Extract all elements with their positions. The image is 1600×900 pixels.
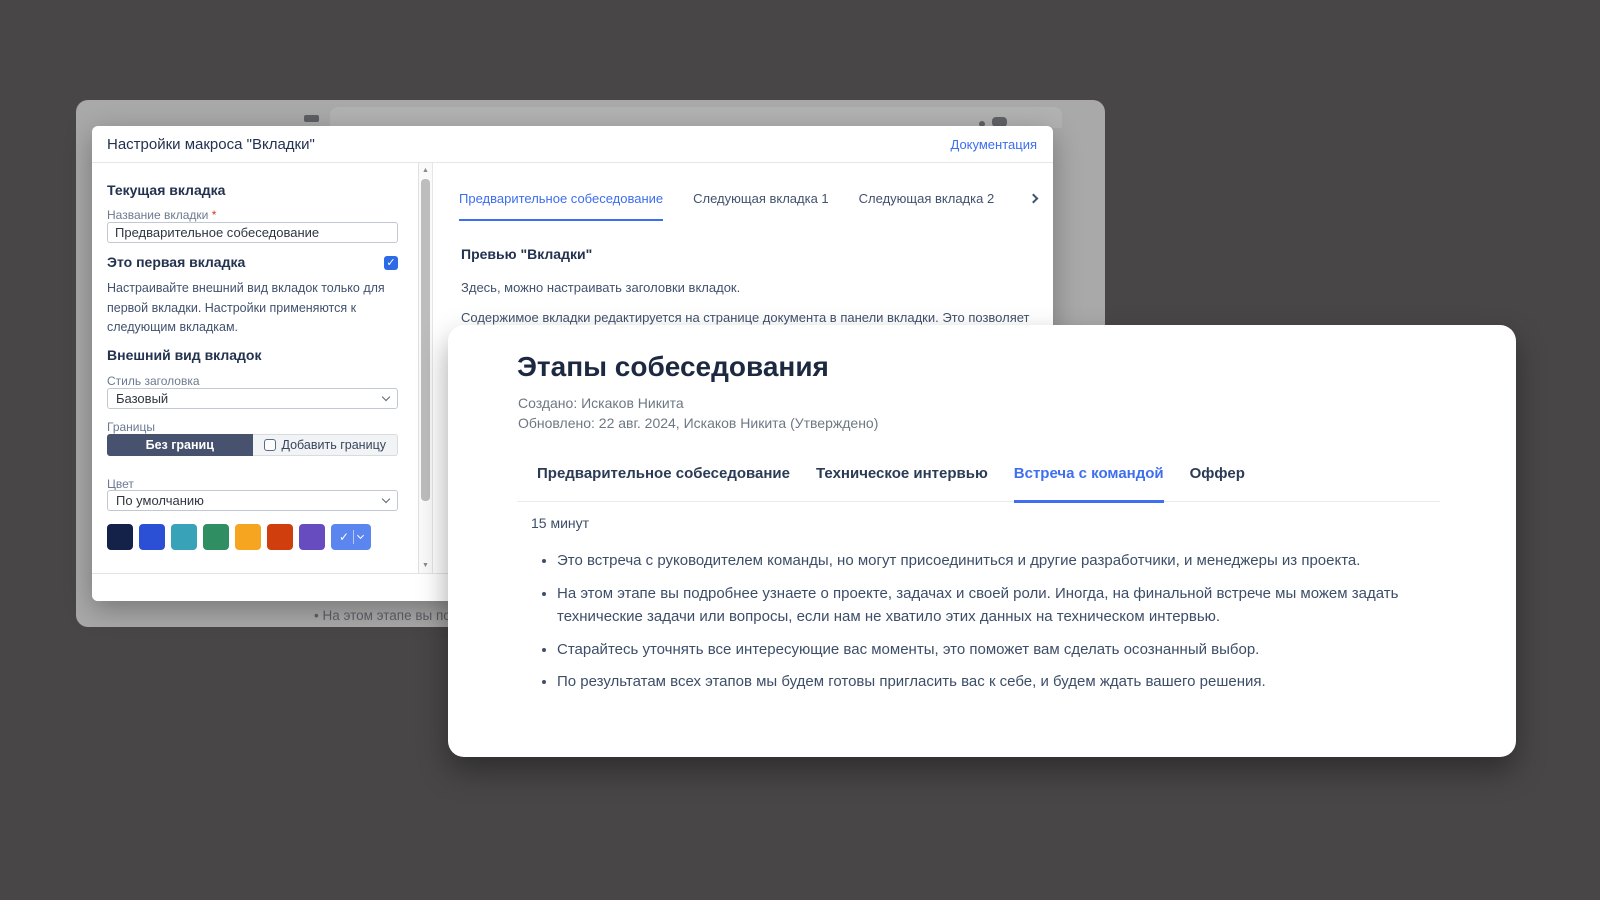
color-swatch-orange[interactable]: [235, 524, 261, 550]
first-tab-help-text: Настраивайте внешний вид вкладок только …: [107, 279, 395, 338]
first-tab-checkbox[interactable]: ✓: [384, 256, 398, 270]
interview-stages-card: Этапы собеседования Создано: Искаков Ник…: [448, 325, 1516, 757]
header-style-label: Стиль заголовка: [107, 374, 200, 388]
color-swatch-row: ✓: [107, 524, 371, 550]
color-swatch-navy[interactable]: [107, 524, 133, 550]
tab-content: Это встреча с руководителем команды, но …: [531, 549, 1423, 703]
bullet-list: Это встреча с руководителем команды, но …: [531, 549, 1423, 694]
list-item: На этом этапе вы подробнее узнаете о про…: [557, 582, 1423, 629]
split-divider: [353, 530, 354, 544]
created-by-text: Создано: Искаков Никита: [518, 395, 684, 411]
section-current-tab: Текущая вкладка: [107, 182, 225, 198]
color-confirm-split-button[interactable]: ✓: [331, 524, 371, 550]
dialog-header: Настройки макроса "Вкладки" Документация: [92, 126, 1053, 163]
color-swatch-blue[interactable]: [139, 524, 165, 550]
list-item: По результатам всех этапов мы будем гото…: [557, 670, 1423, 694]
scrollbar-down-arrow-icon[interactable]: ▼: [419, 562, 432, 569]
color-select[interactable]: По умолчанию: [107, 490, 398, 511]
preview-heading: Превью "Вкладки": [461, 246, 592, 262]
settings-scrollbar[interactable]: ▲ ▼: [418, 163, 432, 573]
add-border-checkbox[interactable]: [264, 439, 276, 451]
tab-name-label: Название вкладки *: [107, 208, 216, 222]
updated-by-text: Обновлено: 22 авг. 2024, Искаков Никита …: [518, 415, 878, 431]
preview-tab-1[interactable]: Предварительное собеседование: [459, 191, 663, 221]
chevron-right-icon: [1029, 194, 1039, 204]
background-toolbar-fragment: [304, 115, 319, 122]
header-style-select[interactable]: Базовый: [107, 388, 398, 409]
doc-tab-team-meeting[interactable]: Встреча с командой: [1014, 465, 1164, 503]
color-label: Цвет: [107, 477, 134, 491]
preview-paragraph-2: Содержимое вкладки редактируется на стра…: [461, 310, 1030, 325]
doc-tab-technical[interactable]: Техническое интервью: [816, 465, 988, 501]
page-title: Этапы собеседования: [517, 351, 829, 383]
dialog-title: Настройки макроса "Вкладки": [107, 136, 315, 153]
preview-tab-3[interactable]: Следующая вкладка 2: [859, 191, 995, 221]
desktop: • На этом этапе вы под Настройки макроса…: [0, 0, 1600, 900]
chevron-down-icon: [357, 532, 364, 539]
preview-tab-bar: Предварительное собеседование Следующая …: [459, 191, 1013, 221]
borders-segmented-control: Без границ Добавить границу: [107, 434, 398, 456]
preview-paragraph-1: Здесь, можно настраивать заголовки вклад…: [461, 280, 740, 295]
documentation-link[interactable]: Документация: [951, 137, 1038, 152]
chevron-down-icon: [382, 393, 390, 401]
color-swatch-teal[interactable]: [171, 524, 197, 550]
first-tab-label: Это первая вкладка: [107, 254, 245, 270]
duration-text: 15 минут: [531, 515, 589, 531]
header-style-value: Базовый: [116, 391, 383, 406]
no-border-option[interactable]: Без границ: [107, 434, 253, 456]
check-icon: ✓: [339, 530, 349, 544]
chevron-down-icon: [382, 495, 390, 503]
color-swatch-red[interactable]: [267, 524, 293, 550]
scrollbar-up-arrow-icon[interactable]: ▲: [419, 167, 432, 174]
doc-tab-offer[interactable]: Оффер: [1190, 465, 1245, 501]
add-border-option[interactable]: Добавить границу: [253, 434, 399, 456]
document-tab-bar: Предварительное собеседование Техническо…: [517, 465, 1440, 502]
list-item: Старайтесь уточнять все интересующие вас…: [557, 638, 1423, 662]
borders-label: Границы: [107, 420, 155, 434]
tabs-scroll-right-button[interactable]: [1030, 195, 1037, 202]
preview-tab-2[interactable]: Следующая вкладка 1: [693, 191, 829, 221]
background-toolbar: [330, 107, 1062, 128]
color-swatch-green[interactable]: [203, 524, 229, 550]
section-appearance: Внешний вид вкладок: [107, 347, 261, 363]
tab-name-input[interactable]: [107, 222, 398, 243]
color-value: По умолчанию: [116, 493, 383, 508]
scrollbar-thumb[interactable]: [421, 179, 430, 501]
doc-tab-preliminary[interactable]: Предварительное собеседование: [537, 465, 790, 501]
settings-pane: Текущая вкладка Название вкладки * Это п…: [92, 163, 433, 573]
list-item: Это встреча с руководителем команды, но …: [557, 549, 1423, 573]
add-border-option-label: Добавить границу: [282, 438, 386, 452]
required-asterisk: *: [212, 208, 217, 222]
color-swatch-purple[interactable]: [299, 524, 325, 550]
